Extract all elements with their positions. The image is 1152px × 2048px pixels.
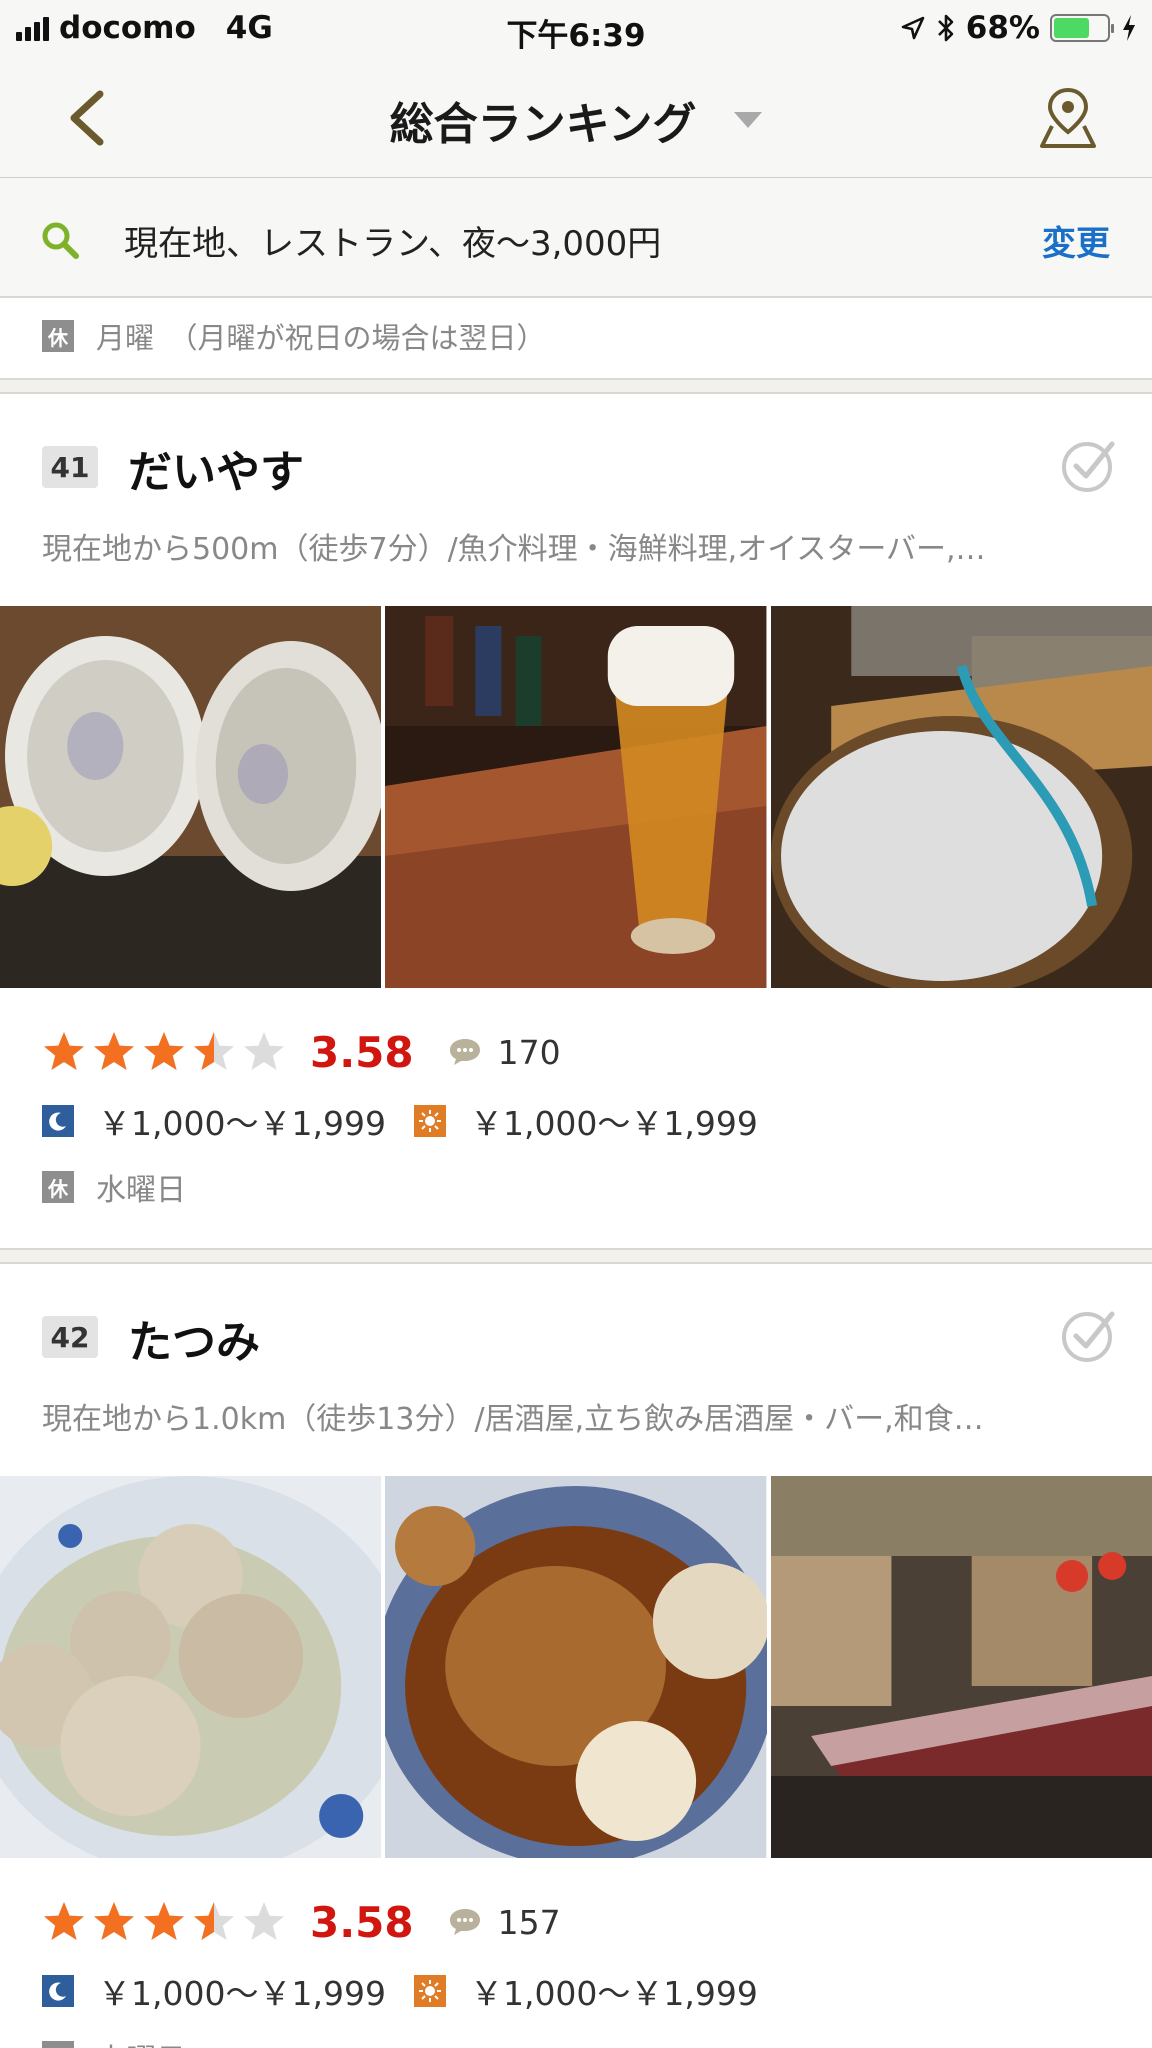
battery-icon bbox=[1050, 14, 1114, 42]
rating-score: 3.58 bbox=[310, 1897, 414, 1947]
rating-row: 3.58 157 bbox=[42, 1894, 561, 1950]
photo-simmered-fish[interactable] bbox=[385, 1476, 767, 1858]
lunch-price: ￥1,000〜￥1,999 bbox=[469, 1104, 758, 1143]
star-icon bbox=[94, 1032, 134, 1070]
page-title: 総合ランキング bbox=[389, 99, 697, 150]
review-count-value: 170 bbox=[497, 1032, 561, 1072]
navigation-bar: 総合ランキング bbox=[0, 58, 1152, 178]
restaurant-card[interactable]: 41 だいやす 現在地から500m（徒歩7分）/魚介料理・海鮮料理,オイスターバ… bbox=[0, 396, 1152, 1246]
dinner-price: ￥1,000〜￥1,999 bbox=[98, 1974, 386, 2013]
price-row: ￥1,000〜￥1,999 ￥1,000〜￥1,999 bbox=[42, 1966, 786, 2016]
review-count[interactable]: 157 bbox=[448, 1903, 561, 1942]
moon-icon bbox=[42, 1975, 74, 2007]
search-conditions-text: 現在地、レストラン、夜〜3,000円 bbox=[124, 224, 662, 264]
battery-percent: 68% bbox=[965, 10, 1040, 46]
rating-score: 3.58 bbox=[310, 1027, 414, 1077]
bluetooth-icon bbox=[937, 14, 954, 42]
checkmark-circle-icon[interactable] bbox=[1060, 1306, 1118, 1364]
ranking-selector[interactable]: 総合ランキング bbox=[390, 88, 763, 152]
dropdown-triangle-icon bbox=[734, 112, 763, 128]
review-count-value: 157 bbox=[497, 1902, 561, 1942]
restaurant-subtitle: 現在地から500m（徒歩7分）/魚介料理・海鮮料理,オイスターバー,… bbox=[42, 532, 986, 567]
photo-oysters[interactable] bbox=[0, 606, 382, 988]
sun-icon bbox=[413, 1975, 446, 2007]
card-separator bbox=[0, 378, 1152, 394]
star-icon bbox=[244, 1032, 284, 1070]
holiday-row: 休 水曜日 bbox=[42, 1162, 186, 1212]
holiday-badge: 休 bbox=[42, 1171, 74, 1203]
star-icon bbox=[44, 1902, 84, 1940]
rank-badge: 42 bbox=[42, 1316, 98, 1358]
sun-icon bbox=[413, 1105, 446, 1137]
rank-badge: 41 bbox=[42, 446, 98, 488]
star-icon bbox=[144, 1902, 184, 1940]
map-pin-icon[interactable] bbox=[1038, 86, 1098, 150]
star-icon bbox=[244, 1902, 284, 1940]
restaurant-name[interactable]: たつみ bbox=[128, 1306, 260, 1370]
dinner-price: ￥1,000〜￥1,999 bbox=[98, 1104, 386, 1143]
star-icon bbox=[194, 1902, 234, 1940]
card-separator bbox=[0, 1248, 1152, 1264]
restaurant-card[interactable]: 42 たつみ 現在地から1.0km（徒歩13分）/居酒屋,立ち飲み居酒屋・バー,… bbox=[0, 1266, 1152, 2048]
photo-beer[interactable] bbox=[385, 606, 767, 988]
rating-row: 3.58 170 bbox=[42, 1024, 561, 1080]
status-bar: docomo 4G 下午6:39 68% bbox=[0, 0, 1152, 58]
search-conditions-bar[interactable]: 現在地、レストラン、夜〜3,000円 変更 bbox=[0, 178, 1152, 298]
rating-stars bbox=[42, 1900, 286, 1944]
star-icon bbox=[44, 1032, 84, 1070]
photo-strip[interactable] bbox=[0, 606, 1152, 988]
search-icon bbox=[42, 222, 79, 259]
location-arrow-icon bbox=[901, 16, 925, 40]
checkmark-circle-icon[interactable] bbox=[1060, 436, 1118, 494]
moon-icon bbox=[42, 1105, 74, 1137]
change-conditions-link[interactable]: 変更 bbox=[1042, 216, 1110, 265]
star-icon bbox=[194, 1032, 234, 1070]
holiday-text: 月曜 （月曜が祝日の場合は翌日） bbox=[96, 321, 546, 355]
previous-card-holiday: 休 月曜 （月曜が祝日の場合は翌日） bbox=[42, 298, 546, 374]
rating-stars bbox=[42, 1030, 286, 1074]
photo-oyster-prep[interactable] bbox=[770, 606, 1152, 988]
holiday-text: 水曜日 bbox=[96, 1173, 186, 1208]
speech-bubble-icon bbox=[449, 1909, 480, 1935]
holiday-badge: 休 bbox=[42, 320, 74, 352]
photo-strip[interactable] bbox=[0, 1476, 1152, 1858]
holiday-badge: 休 bbox=[42, 2041, 74, 2048]
restaurant-name[interactable]: だいやす bbox=[128, 436, 304, 500]
star-icon bbox=[94, 1902, 134, 1940]
status-time: 下午6:39 bbox=[506, 18, 646, 54]
charging-bolt-icon bbox=[1123, 15, 1135, 41]
speech-bubble-icon bbox=[449, 1039, 480, 1065]
restaurant-subtitle: 現在地から1.0km（徒歩13分）/居酒屋,立ち飲み居酒屋・バー,和食… bbox=[42, 1402, 984, 1437]
star-icon bbox=[144, 1032, 184, 1070]
holiday-text: 木曜日 bbox=[96, 2035, 186, 2048]
photo-interior[interactable] bbox=[770, 1476, 1152, 1858]
photo-dumplings[interactable] bbox=[0, 1476, 382, 1858]
price-row: ￥1,000〜￥1,999 ￥1,000〜￥1,999 bbox=[42, 1096, 786, 1146]
holiday-row: 休 木曜日 bbox=[42, 2032, 186, 2048]
lunch-price: ￥1,000〜￥1,999 bbox=[469, 1974, 758, 2013]
review-count[interactable]: 170 bbox=[448, 1033, 561, 1072]
